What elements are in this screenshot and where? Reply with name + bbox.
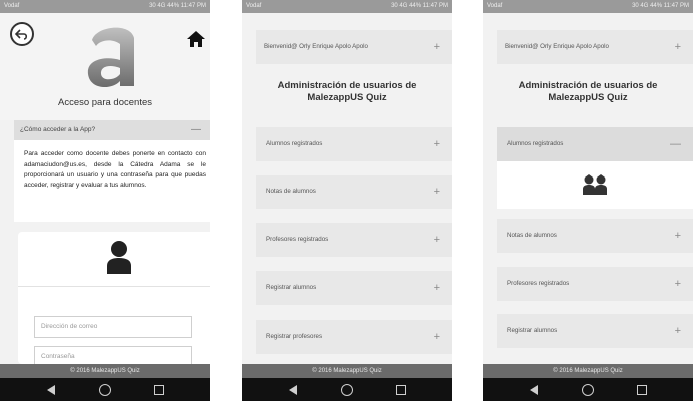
expand-icon[interactable]: + (434, 223, 440, 257)
email-field[interactable]: Dirección de correo (34, 316, 192, 338)
menu-item-alumnos-registrados[interactable]: Alumnos registrados — (497, 127, 693, 161)
page-title-line1: Administración de usuarios de (518, 80, 658, 91)
nav-home-button[interactable] (98, 383, 112, 397)
nav-recents-button[interactable] (635, 383, 649, 397)
menu-item-label: Notas de alumnos (507, 232, 557, 239)
back-button[interactable] (10, 22, 34, 46)
students-icon[interactable] (581, 173, 609, 197)
menu-item-label: Notas de alumnos (266, 188, 316, 195)
menu-item-label: Alumnos registrados (266, 140, 323, 147)
menu-item-registrar-alumnos[interactable]: Registrar alumnos + (256, 271, 452, 305)
nav-recents-button[interactable] (394, 383, 408, 397)
status-bar: Vodaf 30 4G 44% 11:47 PM (242, 0, 452, 13)
status-right: 30 4G 44% 11:47 PM (391, 3, 448, 9)
status-bar: Vodaf 30 4G 44% 11:47 PM (0, 0, 210, 13)
back-triangle-icon (289, 384, 297, 395)
recents-square-icon (154, 384, 164, 395)
expand-icon[interactable]: + (434, 271, 440, 305)
carrier-label: Vodaf (487, 3, 503, 9)
back-arrow-icon (15, 29, 28, 40)
home-icon[interactable] (186, 30, 206, 48)
expand-icon[interactable]: + (675, 314, 681, 348)
back-triangle-icon (47, 384, 55, 395)
welcome-text: Bienvenid@ Orly Enrique Apolo Apolo (505, 43, 609, 50)
page-title-line2: MalezappUS Quiz (307, 92, 387, 103)
login-card: Dirección de correo Contraseña (18, 232, 210, 364)
faq-question: ¿Cómo acceder a la App? (20, 126, 96, 133)
phone-screen-admin-expanded: Vodaf 30 4G 44% 11:47 PM Bienvenid@ Orly… (483, 0, 693, 401)
faq-accordion-header[interactable]: ¿Cómo acceder a la App? — (14, 120, 210, 140)
menu-item-profesores-registrados[interactable]: Profesores registrados + (256, 223, 452, 257)
menu-item-notas-alumnos[interactable]: Notas de alumnos + (256, 175, 452, 209)
recents-square-icon (396, 384, 406, 395)
user-icon (107, 241, 131, 274)
menu-item-notas-alumnos[interactable]: Notas de alumnos + (497, 219, 693, 253)
welcome-bar[interactable]: Bienvenid@ Orly Enrique Apolo Apolo + (497, 30, 693, 64)
expand-icon[interactable]: + (434, 127, 440, 161)
menu-item-registrar-profesores[interactable]: Registrar profesores + (256, 320, 452, 354)
footer: © 2016 MalezappUS Quiz (242, 364, 452, 378)
recents-square-icon (637, 384, 647, 395)
footer: © 2016 MalezappUS Quiz (0, 364, 210, 378)
expand-icon[interactable]: + (434, 30, 440, 64)
menu-item-label: Registrar profesores (266, 333, 323, 340)
password-field[interactable]: Contraseña (34, 346, 192, 364)
divider (18, 286, 210, 287)
expand-icon[interactable]: + (675, 30, 681, 64)
carrier-label: Vodaf (4, 3, 20, 9)
menu-item-registrar-alumnos[interactable]: Registrar alumnos + (497, 314, 693, 348)
page-title-line1: Administración de usuarios de (277, 80, 417, 91)
nav-home-button[interactable] (581, 383, 595, 397)
faq-answer: Para acceder como docente debes ponerte … (14, 140, 210, 222)
footer: © 2016 MalezappUS Quiz (483, 364, 693, 378)
home-circle-icon (341, 383, 353, 396)
alumnos-panel (497, 161, 693, 209)
back-triangle-icon (530, 384, 538, 395)
welcome-bar[interactable]: Bienvenid@ Orly Enrique Apolo Apolo + (256, 30, 452, 64)
carrier-label: Vodaf (246, 3, 262, 9)
menu-item-alumnos-registrados[interactable]: Alumnos registrados + (256, 127, 452, 161)
phone-screen-login: Vodaf 30 4G 44% 11:47 PM Acceso para doc… (0, 0, 210, 401)
menu-item-label: Registrar alumnos (507, 327, 558, 334)
nav-back-button[interactable] (286, 383, 300, 397)
status-right: 30 4G 44% 11:47 PM (632, 3, 689, 9)
page-title-line2: MalezappUS Quiz (548, 92, 628, 103)
welcome-text: Bienvenid@ Orly Enrique Apolo Apolo (264, 43, 368, 50)
nav-back-button[interactable] (527, 383, 541, 397)
phone-screen-admin: Vodaf 30 4G 44% 11:47 PM Bienvenid@ Orly… (242, 0, 452, 401)
status-right: 30 4G 44% 11:47 PM (149, 3, 206, 9)
expand-icon[interactable]: + (434, 175, 440, 209)
page-title: Acceso para docentes (57, 97, 152, 108)
menu-item-label: Profesores registrados (507, 280, 570, 287)
home-circle-icon (582, 383, 594, 396)
collapse-icon[interactable]: — (191, 120, 201, 140)
expand-icon[interactable]: + (434, 320, 440, 354)
status-bar: Vodaf 30 4G 44% 11:47 PM (483, 0, 693, 13)
android-nav-bar (483, 378, 693, 401)
menu-item-profesores-registrados[interactable]: Profesores registrados + (497, 267, 693, 301)
collapse-icon[interactable]: — (670, 127, 681, 161)
home-circle-icon (99, 383, 111, 396)
expand-icon[interactable]: + (675, 267, 681, 301)
android-nav-bar (242, 378, 452, 401)
nav-home-button[interactable] (340, 383, 354, 397)
expand-icon[interactable]: + (675, 219, 681, 253)
menu-item-label: Alumnos registrados (507, 140, 564, 147)
nav-recents-button[interactable] (152, 383, 166, 397)
menu-item-label: Profesores registrados (266, 236, 329, 243)
android-nav-bar (0, 378, 210, 401)
menu-item-label: Registrar alumnos (266, 284, 317, 291)
nav-back-button[interactable] (44, 383, 58, 397)
app-logo (87, 27, 134, 88)
